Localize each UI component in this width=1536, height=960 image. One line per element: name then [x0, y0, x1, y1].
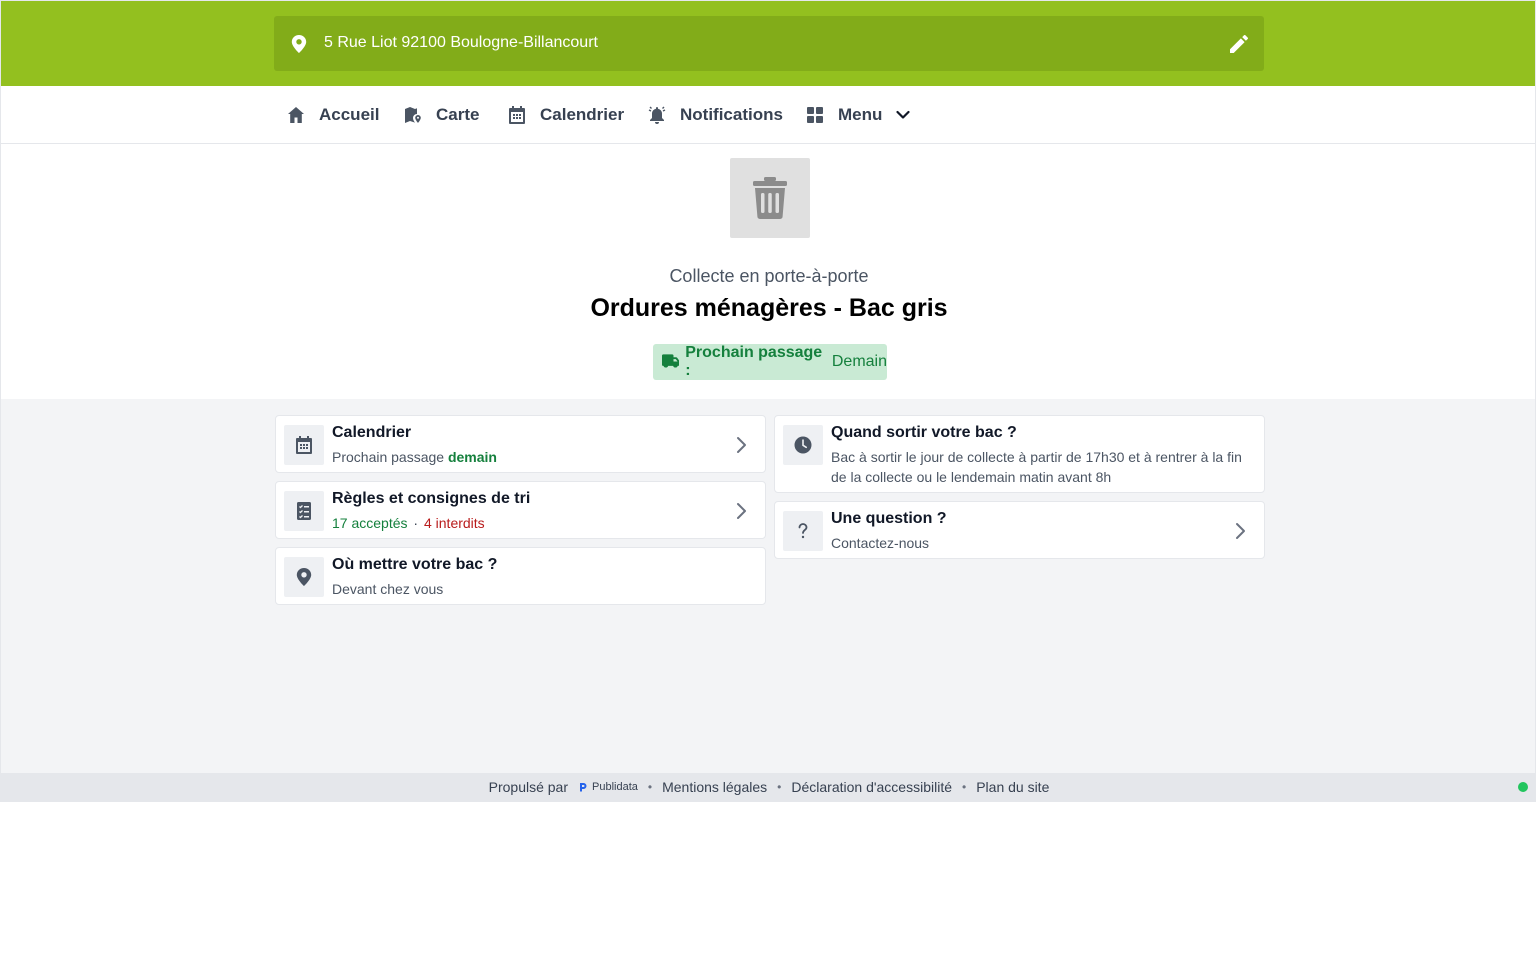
- trash-can-icon: [753, 177, 787, 219]
- collection-hero: Collecte en porte-à-porte Ordures ménagè…: [1, 144, 1535, 399]
- nav-label: Calendrier: [540, 104, 625, 124]
- nav-item-notifications[interactable]: Notifications: [648, 86, 783, 143]
- collection-type: Collecte en porte-à-porte: [669, 266, 869, 286]
- chevron-right-icon: [1236, 523, 1245, 539]
- grid-icon: [807, 106, 823, 123]
- chevron-right-icon: [737, 503, 746, 519]
- bin-timing-card: Quand sortir votre bac ? Bac à sortir le…: [774, 415, 1265, 493]
- clock-icon: [794, 436, 812, 454]
- chevron-right-icon: [737, 437, 746, 453]
- sorting-rules-card[interactable]: Règles et consignes de tri 17 acceptés ·…: [275, 481, 766, 539]
- card-title: Quand sortir votre bac ?: [831, 424, 1017, 441]
- card-icon-box: [783, 511, 823, 551]
- accepted-label: acceptés: [351, 515, 408, 531]
- separator: •: [647, 780, 653, 794]
- calendar-card[interactable]: Calendrier Prochain passage demain: [275, 415, 766, 473]
- page-title: Ordures ménagères - Bac gris: [590, 294, 948, 322]
- nav-label: Accueil: [319, 104, 380, 124]
- status-dot: [1518, 782, 1528, 792]
- card-subtitle-value: demain: [447, 449, 497, 465]
- truck-icon: [662, 354, 680, 368]
- nav-label: Menu: [838, 104, 883, 124]
- chevron-down-icon: [896, 110, 910, 119]
- next-pickup-label: Prochain passage :: [685, 344, 823, 379]
- footer: Propulsé par Publidata • Mentions légale…: [1, 773, 1535, 801]
- card-subtitle: Prochain passage demain: [332, 447, 497, 467]
- card-subtitle: Bac à sortir le jour de collecte à parti…: [831, 449, 1242, 485]
- powered-by-text: Propulsé par: [488, 779, 569, 795]
- nav-item-accueil[interactable]: Accueil: [287, 86, 379, 143]
- card-icon-box: [284, 491, 324, 531]
- card-title: Une question ?: [831, 510, 947, 527]
- accepted-count: 17: [332, 515, 348, 531]
- sitemap-link[interactable]: Plan du site: [976, 779, 1049, 795]
- bin-image: [730, 158, 810, 238]
- card-icon-box: [783, 425, 823, 465]
- legal-link[interactable]: Mentions légales: [662, 779, 767, 795]
- pencil-icon[interactable]: [1230, 35, 1248, 53]
- bell-icon: [648, 106, 666, 124]
- nav-item-calendrier[interactable]: Calendrier: [508, 86, 624, 143]
- contact-card[interactable]: Une question ? Contactez-nous: [774, 501, 1265, 559]
- forbidden-label: interdits: [435, 515, 485, 531]
- next-pickup-badge: Prochain passage : Demain: [653, 344, 887, 380]
- nav-item-menu[interactable]: Menu: [806, 86, 910, 143]
- card-subtitle-prefix: Prochain passage: [332, 449, 445, 465]
- nav-item-carte[interactable]: Carte: [404, 86, 479, 143]
- home-icon: [288, 106, 304, 123]
- calendar-icon: [509, 105, 525, 124]
- card-subtitle: 17 acceptés · 4 interdits: [332, 513, 485, 533]
- separator: •: [777, 780, 782, 794]
- card-title: Où mettre votre bac ?: [332, 556, 498, 573]
- nav-label: Carte: [436, 104, 480, 124]
- separator: ·: [413, 515, 419, 531]
- address-bar[interactable]: 5 Rue Liot 92100 Boulogne-Billancourt: [274, 16, 1264, 71]
- header-bar: 5 Rue Liot 92100 Boulogne-Billancourt: [1, 1, 1535, 86]
- card-title: Règles et consignes de tri: [332, 490, 531, 507]
- publidata-logo-icon: [580, 783, 587, 792]
- calendar-icon: [296, 436, 312, 454]
- map-icon: [405, 106, 421, 123]
- main-nav: Accueil Carte Calendrier Notifications M…: [1, 86, 1535, 144]
- card-title: Calendrier: [332, 424, 412, 441]
- publidata-logo[interactable]: Publidata: [578, 781, 638, 793]
- card-icon-box: [284, 425, 324, 465]
- bin-location-card: Où mettre votre bac ? Devant chez vous: [275, 547, 766, 605]
- card-icon-box: [284, 557, 324, 597]
- card-subtitle: Contactez-nous: [831, 535, 930, 551]
- separator: •: [962, 780, 967, 794]
- nav-label: Notifications: [680, 104, 783, 124]
- footer-links: Propulsé par Publidata • Mentions légale…: [1, 779, 1535, 795]
- card-subtitle: Devant chez vous: [332, 581, 444, 597]
- address-text: 5 Rue Liot 92100 Boulogne-Billancourt: [324, 34, 598, 51]
- forbidden-count: 4: [423, 515, 432, 531]
- checklist-icon: [297, 502, 311, 520]
- location-pin-icon: [291, 35, 307, 53]
- app-frame: 5 Rue Liot 92100 Boulogne-Billancourt Ac…: [0, 0, 1536, 802]
- publidata-brand: Publidata: [592, 781, 638, 793]
- question-mark-icon: [798, 523, 808, 539]
- location-pin-icon: [296, 568, 312, 586]
- next-pickup-value: Demain: [831, 353, 887, 370]
- info-cards-area: Calendrier Prochain passage demain Règle…: [1, 399, 1535, 773]
- accessibility-link[interactable]: Déclaration d'accessibilité: [791, 779, 952, 795]
